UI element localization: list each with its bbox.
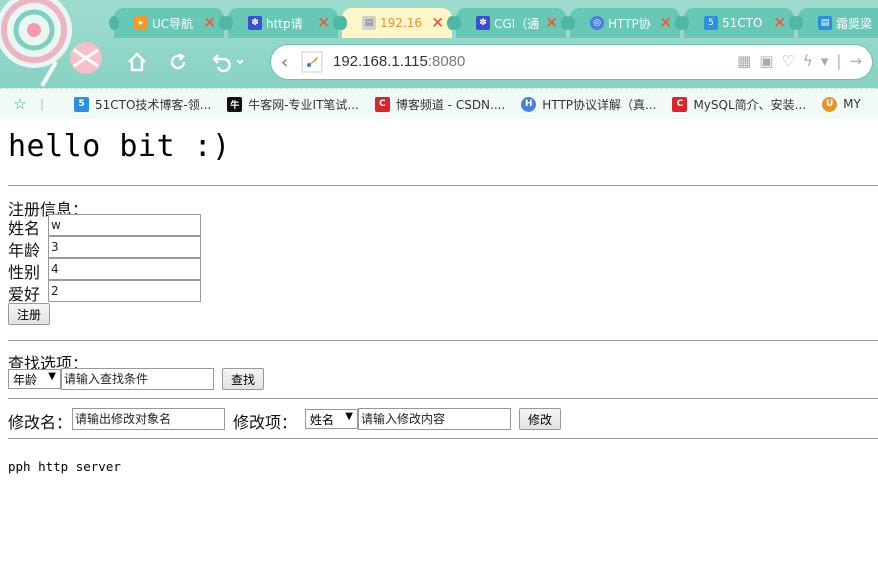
age-label: 年龄 bbox=[8, 243, 41, 260]
url-host: 192.168.1.115 bbox=[333, 53, 428, 70]
bookmark-label: HTTP协议详解（真... bbox=[542, 97, 657, 112]
tab-51cto[interactable]: 5 51CTO × bbox=[679, 8, 799, 38]
uc-nav-icon: ▸ bbox=[134, 16, 148, 30]
modify-button[interactable]: 修改 bbox=[519, 408, 562, 430]
close-icon[interactable]: × bbox=[203, 14, 216, 30]
modify-name-label: 修改名： bbox=[8, 415, 73, 432]
page-heading: hello bit :) bbox=[8, 129, 231, 164]
register-button[interactable]: 注册 bbox=[8, 303, 51, 325]
url-text[interactable]: 192.168.1.115:8080 bbox=[333, 53, 465, 70]
51cto-icon: 5 bbox=[704, 16, 718, 30]
name-field[interactable] bbox=[48, 214, 201, 236]
page-content: hello bit :) 注册信息： 姓名 年龄 性别 爱好 注册 查找选项： … bbox=[0, 119, 878, 565]
refresh-icon[interactable] bbox=[163, 48, 193, 76]
qr-code-icon[interactable]: ▦ bbox=[737, 52, 751, 70]
gender-label: 性别 bbox=[8, 265, 41, 282]
close-icon[interactable]: × bbox=[545, 14, 558, 30]
tab-active-page[interactable]: ▤ 192.16 × bbox=[337, 8, 457, 38]
bookmark-label: 牛客网-专业IT笔试... bbox=[248, 97, 359, 112]
bookmark-label: MySQL简介、安装... bbox=[693, 97, 807, 112]
url-port: :8080 bbox=[427, 53, 466, 70]
server-footer: pph http server bbox=[8, 459, 121, 474]
modify-item-label: 修改项： bbox=[233, 415, 298, 432]
chevron-down-icon[interactable]: ▾ bbox=[821, 52, 829, 70]
modify-content-input[interactable] bbox=[358, 408, 511, 430]
bookmark-my[interactable]: U MY bbox=[822, 96, 861, 112]
bookmark-nowcoder[interactable]: 牛 牛客网-专业IT笔试... bbox=[227, 96, 359, 113]
paw-icon: ✽ bbox=[248, 16, 262, 30]
separator: | bbox=[40, 97, 45, 111]
rocket-icon bbox=[301, 51, 323, 73]
bookmark-http-protocol[interactable]: H HTTP协议详解（真... bbox=[521, 96, 656, 113]
bookmark-label: MY bbox=[843, 97, 861, 111]
heart-icon[interactable]: ♡ bbox=[781, 52, 794, 70]
tab-label: HTTP协 bbox=[608, 16, 651, 31]
bookmark-mysql[interactable]: C MySQL简介、安装... bbox=[672, 96, 806, 113]
uc-icon: U bbox=[822, 96, 838, 112]
reader-mode-icon[interactable]: ▣ bbox=[759, 52, 773, 70]
divider bbox=[8, 185, 878, 186]
51cto-icon: 5 bbox=[74, 96, 89, 112]
tab-label: http请 bbox=[266, 16, 303, 31]
chevron-left-icon[interactable]: ‹ bbox=[281, 52, 288, 73]
bookmark-51cto[interactable]: 5 51CTO技术博客-领... bbox=[74, 96, 211, 113]
csdn-icon: C bbox=[672, 96, 688, 112]
lightning-icon[interactable]: ϟ bbox=[803, 52, 813, 70]
csdn-icon: C bbox=[374, 96, 390, 112]
page-icon: ▤ bbox=[362, 16, 376, 30]
address-bar-tools: ▦ ▣ ♡ ϟ ▾ | → bbox=[737, 52, 862, 70]
tab-strip: ▸ UC导航 × ✽ http请 × ▤ 192.16 × ✽ CGI（通 × … bbox=[104, 8, 878, 38]
hobby-field[interactable] bbox=[48, 280, 201, 302]
select-value: 年龄 bbox=[13, 372, 38, 387]
tab-label: UC导航 bbox=[152, 16, 194, 31]
globe-icon: ◎ bbox=[590, 16, 604, 30]
arrow-right-icon[interactable]: → bbox=[849, 52, 862, 70]
divider bbox=[8, 398, 878, 399]
search-field-select[interactable]: 年龄 ▼ bbox=[8, 369, 61, 389]
tab-label: 192.16 bbox=[380, 16, 422, 30]
tab-label: 51CTO bbox=[722, 16, 763, 30]
gender-field[interactable] bbox=[48, 258, 201, 280]
close-icon[interactable]: × bbox=[317, 14, 330, 30]
close-icon[interactable]: × bbox=[431, 14, 444, 30]
tab-label: CGI（通 bbox=[494, 16, 540, 31]
age-field[interactable] bbox=[48, 236, 201, 258]
close-icon[interactable]: × bbox=[659, 14, 672, 30]
hobby-label: 爱好 bbox=[8, 287, 41, 304]
divider bbox=[8, 340, 878, 341]
search-input[interactable] bbox=[61, 368, 214, 390]
bookmarks-bar: ☆ | 5 51CTO技术博客-领... 牛 牛客网-专业IT笔试... C 博… bbox=[0, 88, 878, 119]
modify-name-input[interactable] bbox=[72, 408, 225, 430]
bookmark-csdn[interactable]: C 博客频道 - CSDN.... bbox=[374, 96, 506, 113]
select-value: 姓名 bbox=[310, 412, 335, 427]
bookmark-label: 51CTO技术博客-领... bbox=[95, 97, 212, 112]
close-icon[interactable]: × bbox=[773, 14, 786, 30]
tab-uc-nav[interactable]: ▸ UC导航 × bbox=[109, 8, 229, 38]
tab-http-protocol[interactable]: ◎ HTTP协 × bbox=[565, 8, 685, 38]
paw-icon: ✽ bbox=[476, 16, 490, 30]
dropdown-arrow-icon: ▼ bbox=[345, 411, 353, 422]
home-icon[interactable] bbox=[122, 48, 152, 76]
globe-icon: H bbox=[521, 96, 537, 112]
tab-label: 霜奨梁 bbox=[836, 16, 873, 31]
tab-misc[interactable]: ▤ 霜奨梁 bbox=[793, 8, 878, 38]
tab-cgi[interactable]: ✽ CGI（通 × bbox=[451, 8, 571, 38]
search-button[interactable]: 查找 bbox=[222, 368, 265, 390]
tab-http-request[interactable]: ✽ http请 × bbox=[223, 8, 343, 38]
modify-item-select[interactable]: 姓名 ▼ bbox=[305, 409, 358, 429]
separator: | bbox=[836, 52, 842, 70]
dropdown-arrow-icon: ▼ bbox=[48, 371, 56, 382]
undo-close-icon[interactable] bbox=[207, 48, 249, 76]
nowcoder-icon: 牛 bbox=[227, 96, 243, 112]
page-icon: ▤ bbox=[818, 16, 832, 30]
browser-chrome: ▸ UC导航 × ✽ http请 × ▤ 192.16 × ✽ CGI（通 × … bbox=[0, 0, 878, 119]
bookmark-label: 博客频道 - CSDN.... bbox=[395, 97, 506, 112]
address-bar[interactable]: ‹ 192.168.1.115:8080 ▦ ▣ ♡ ϟ ▾ | → bbox=[270, 44, 873, 80]
divider bbox=[8, 438, 878, 439]
star-icon[interactable]: ☆ bbox=[0, 95, 40, 113]
name-label: 姓名 bbox=[8, 221, 41, 238]
